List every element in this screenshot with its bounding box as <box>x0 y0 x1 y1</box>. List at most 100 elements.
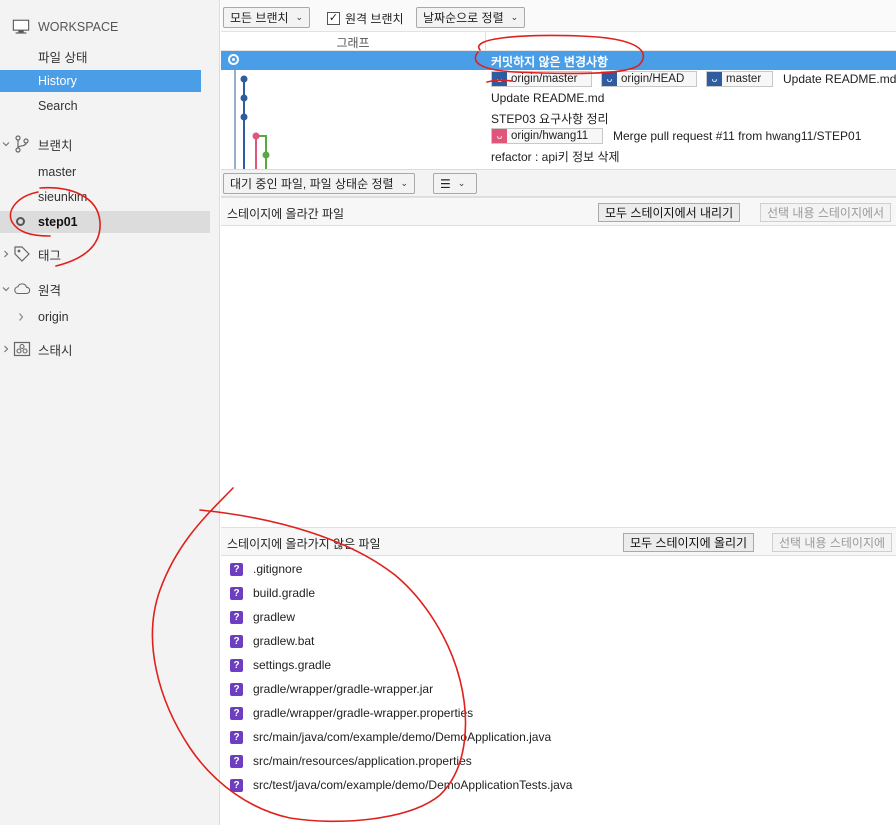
sort-by-date-dropdown[interactable]: 날짜순으로 정렬 ⌄ <box>416 7 526 28</box>
ref-badge-origin-hwang11[interactable]: ᴗ origin/hwang11 <box>491 128 603 144</box>
file-item[interactable]: ? gradlew <box>230 607 295 627</box>
unstaged-files-header: 스테이지에 올라가지 않은 파일 모두 스테이지에 올리기 선택 내용 스테이지… <box>221 527 896 556</box>
commit-message: 커밋하지 않은 변경사항 <box>491 55 609 69</box>
ref-badge-origin-master[interactable]: ᴗ origin/master <box>491 71 592 87</box>
file-path: gradle/wrapper/gradle-wrapper.jar <box>253 682 434 696</box>
file-path: build.gradle <box>253 586 316 600</box>
all-branches-dropdown[interactable]: 모든 브랜치 ⌄ <box>223 7 311 28</box>
branch-label: sieunkim <box>38 190 88 204</box>
chevron-down-icon: ⌄ <box>510 12 519 22</box>
branch-item-sieunkim[interactable]: sieunkim <box>0 186 87 208</box>
chevron-right-icon[interactable] <box>2 250 10 258</box>
remote-label: origin <box>38 310 69 324</box>
untracked-icon: ? <box>230 610 243 624</box>
column-divider[interactable] <box>485 32 486 51</box>
untracked-icon: ? <box>230 730 243 744</box>
remote-item-origin[interactable]: origin <box>0 306 69 328</box>
unstaged-files-list: ? .gitignore ? build.gradle ? gradlew ? grad… <box>221 556 896 825</box>
commit-row[interactable]: ᴗ origin/master ᴗ origin/HEAD ᴗ master Upda… <box>221 70 896 89</box>
commit-message: STEP03 요구사항 정리 <box>491 112 609 126</box>
checkbox-label: 원격 브랜치 <box>345 12 404 26</box>
tags-header[interactable]: 태그 <box>0 243 220 265</box>
untracked-icon: ? <box>230 634 243 648</box>
stage-all-button[interactable]: 모두 스테이지에 올리기 <box>623 533 755 552</box>
remotes-header[interactable]: 원격 <box>0 278 220 300</box>
commit-row-uncommitted[interactable]: 커밋하지 않은 변경사항 <box>221 51 896 70</box>
current-branch-icon <box>16 217 25 226</box>
stashes-header[interactable]: 스태시 <box>0 338 220 360</box>
pending-sort-dropdown[interactable]: 대기 중인 파일, 파일 상태순 정렬 ⌄ <box>223 173 416 194</box>
untracked-icon: ? <box>230 586 243 600</box>
untracked-icon: ? <box>230 562 243 576</box>
branches-header[interactable]: 브랜치 <box>0 133 220 155</box>
sidebar-item-file-status[interactable]: 파일 상태 <box>0 45 87 67</box>
untracked-icon: ? <box>230 682 243 696</box>
commit-list: 커밋하지 않은 변경사항 ᴗ origin/master ᴗ origin/HEAD… <box>221 51 896 169</box>
sidebar-item-label: History <box>38 74 77 88</box>
file-item[interactable]: ? gradlew.bat <box>230 631 314 651</box>
file-path: src/main/resources/application.propertie… <box>253 754 472 768</box>
unstage-all-button[interactable]: 모두 스테이지에서 내리기 <box>598 203 741 222</box>
checkmark-icon: ✓ <box>327 12 340 25</box>
remotes-label: 원격 <box>38 283 62 298</box>
ref-badge-master[interactable]: ᴗ master <box>706 71 773 87</box>
file-item[interactable]: ? src/main/resources/application.properti… <box>230 751 472 771</box>
unstage-selected-button[interactable]: 선택 내용 스테이지에서 <box>760 203 892 222</box>
branch-icon <box>13 135 31 153</box>
file-item[interactable]: ? gradle/wrapper/gradle-wrapper.propertie… <box>230 703 473 723</box>
pending-files-toolbar: 대기 중인 파일, 파일 상태순 정렬 ⌄ ☰ ⌄ <box>221 169 896 197</box>
commit-row[interactable]: STEP03 요구사항 정리 <box>221 108 896 127</box>
ref-label: origin/hwang11 <box>511 130 589 142</box>
file-item[interactable]: ? gradle/wrapper/gradle-wrapper.jar <box>230 679 433 699</box>
file-item[interactable]: ? src/main/java/com/example/demo/DemoAppl… <box>230 727 551 747</box>
untracked-icon: ? <box>230 658 243 672</box>
ref-label: master <box>726 73 762 85</box>
staged-files-list[interactable] <box>221 226 896 526</box>
commit-row[interactable]: refactor : api키 정보 삭제 <box>221 146 896 165</box>
branch-item-master[interactable]: master <box>0 161 76 183</box>
commit-row[interactable]: Update README.md <box>221 89 896 108</box>
chevron-down-icon: ⌄ <box>295 12 304 22</box>
file-path: gradle/wrapper/gradle-wrapper.properties <box>253 706 474 720</box>
untracked-icon: ? <box>230 778 243 792</box>
ref-badge-origin-head[interactable]: ᴗ origin/HEAD <box>601 71 697 87</box>
untracked-icon: ? <box>230 706 243 720</box>
sidebar: WORKSPACE 파일 상태 History Search 브랜치 maste… <box>0 0 220 825</box>
commit-row[interactable]: ᴗ origin/hwang11 Merge pull request #11 f… <box>221 127 896 146</box>
commit-message: refactor : api키 정보 삭제 <box>491 150 620 164</box>
commit-message: Update README.md <box>491 91 605 105</box>
file-item[interactable]: ? build.gradle <box>230 583 315 603</box>
file-item[interactable]: ? src/test/java/com/example/demo/DemoAppl… <box>230 775 572 795</box>
sidebar-item-label: 파일 상태 <box>38 50 88 65</box>
branch-icon: ᴗ <box>492 72 507 86</box>
sidebar-item-search[interactable]: Search <box>0 95 78 117</box>
chevron-down-icon[interactable] <box>2 140 10 148</box>
staged-files-header: 스테이지에 올라간 파일 모두 스테이지에서 내리기 선택 내용 스테이지에서 <box>221 197 896 226</box>
sidebar-item-history[interactable]: History <box>0 70 201 92</box>
stage-selected-button[interactable]: 선택 내용 스테이지에 <box>772 533 893 552</box>
tags-label: 태그 <box>38 248 62 263</box>
branch-icon: ᴗ <box>602 72 617 86</box>
view-mode-dropdown[interactable]: ☰ ⌄ <box>433 173 477 194</box>
file-path: .gitignore <box>253 562 303 576</box>
chevron-right-icon[interactable] <box>17 311 25 325</box>
file-item[interactable]: ? settings.gradle <box>230 655 331 675</box>
branch-icon: ᴗ <box>492 129 507 143</box>
tag-icon <box>13 245 31 263</box>
untracked-icon: ? <box>230 754 243 768</box>
file-item[interactable]: ? .gitignore <box>230 559 302 579</box>
branch-icon: ᴗ <box>707 72 722 86</box>
branch-item-step01[interactable]: step01 <box>0 211 210 233</box>
ref-label: origin/master <box>511 73 578 85</box>
file-path: gradlew.bat <box>253 634 315 648</box>
file-path: src/test/java/com/example/demo/DemoAppli… <box>253 778 573 792</box>
commit-message: Merge pull request #11 from hwang11/STEP… <box>613 129 862 143</box>
chevron-down-icon: ⌄ <box>400 178 409 188</box>
dropdown-label: 모든 브랜치 <box>230 11 289 25</box>
remote-branches-checkbox[interactable]: ✓ 원격 브랜치 <box>327 10 404 27</box>
chevron-down-icon[interactable] <box>2 285 10 293</box>
dropdown-label: 대기 중인 파일, 파일 상태순 정렬 <box>230 177 394 191</box>
ref-label: origin/HEAD <box>621 73 685 85</box>
sidebar-item-label: Search <box>38 99 78 113</box>
chevron-right-icon[interactable] <box>2 345 10 353</box>
